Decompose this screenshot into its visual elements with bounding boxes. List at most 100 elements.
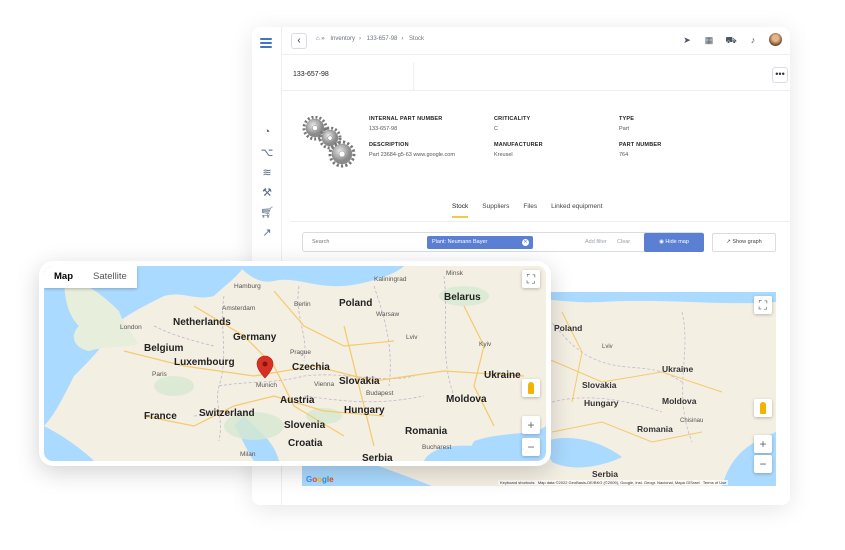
tab-linked-equipment[interactable]: Linked equipment (551, 203, 602, 218)
map-label-netherlands: Netherlands (173, 317, 231, 328)
menu-icon[interactable] (260, 36, 272, 50)
tab-suppliers[interactable]: Suppliers (482, 203, 509, 218)
breadcrumb-item[interactable]: 133-657-98 (367, 36, 398, 42)
map-label-ukraine: Ukraine (662, 364, 693, 374)
map-label-slovakia: Slovakia (582, 380, 617, 390)
wrench-icon[interactable]: ⚒ (259, 184, 275, 200)
tab-files[interactable]: Files (523, 203, 537, 218)
map-label-austria: Austria (280, 395, 315, 406)
map-type-map[interactable]: Map (44, 266, 83, 288)
field-type: TYPE Part (619, 116, 635, 132)
pegman-icon[interactable] (522, 379, 540, 397)
map-label-france: France (144, 411, 177, 422)
map-label-kaliningrad: Kaliningrad (374, 276, 407, 283)
map-label-amsterdam: Amsterdam (222, 305, 255, 312)
map-card: Netherlands Germany Poland Belarus Belgi… (39, 261, 551, 466)
tab-bar: Stock Suppliers Files Linked equipment (452, 203, 602, 218)
map-label-romania: Romania (637, 424, 673, 434)
calculator-icon[interactable]: ▦ (703, 34, 715, 46)
map-label-czechia: Czechia (292, 362, 330, 373)
home-icon[interactable]: ⌂ » (316, 36, 325, 42)
map-label-hamburg: Hamburg (234, 283, 261, 290)
field-criticality: CRITICALITY C (494, 116, 531, 132)
part-header: 133-657-98 ••• (282, 63, 790, 91)
chart-icon[interactable]: ↗ (259, 224, 275, 240)
map-label-berlin: Berlin (294, 301, 311, 308)
map-label-slovenia: Slovenia (284, 420, 326, 431)
map-type-satellite[interactable]: Satellite (83, 266, 137, 288)
map-label-serbia: Serbia (362, 453, 393, 461)
marker-label: Munich (256, 382, 277, 389)
back-icon[interactable]: ‹ (291, 33, 307, 49)
send-icon[interactable]: ➤ (681, 34, 693, 46)
add-filter-button[interactable]: Add filter (585, 239, 607, 245)
map-label-london: London (120, 324, 142, 331)
part-id: 133-657-98 (293, 71, 329, 78)
map-attribution: Keyboard shortcuts Map data ©2022 GeoBas… (498, 480, 729, 485)
close-icon[interactable]: ✕ (522, 239, 529, 246)
map-label-moldova: Moldova (446, 394, 487, 405)
map-label-germany: Germany (233, 332, 277, 343)
fullscreen-icon[interactable]: ⛶ (754, 296, 772, 314)
europe-map[interactable]: Netherlands Germany Poland Belarus Belgi… (44, 266, 546, 461)
cart-icon[interactable]: ⛟ (725, 34, 737, 46)
filter-chip[interactable]: Plant: Neumann Bayer ✕ (427, 236, 533, 249)
map-label-croatia: Croatia (288, 438, 323, 449)
map-label-poland: Poland (339, 298, 372, 309)
map-label-bucharest: Bucharest (422, 444, 451, 451)
map-label-switzerland: Switzerland (199, 408, 255, 419)
map-label-serbia: Serbia (592, 469, 618, 479)
map-label-minsk: Minsk (446, 270, 464, 277)
map-label-prague: Prague (290, 349, 311, 356)
map-label-paris: Paris (152, 371, 168, 378)
show-graph-button[interactable]: ↗ Show graph (712, 233, 776, 252)
hide-map-button[interactable]: ◉ Hide map (644, 233, 704, 252)
map-label-romania: Romania (405, 426, 448, 437)
map-label-chisinau: Chisinau (680, 418, 703, 424)
avatar[interactable] (769, 33, 782, 46)
map-label-hungary: Hungary (344, 405, 385, 416)
map-label-belgium: Belgium (144, 343, 184, 354)
map-label-lviv: Lviv (406, 334, 418, 341)
fullscreen-icon[interactable]: ⛶ (522, 270, 540, 288)
map-label-moldova: Moldova (662, 396, 697, 406)
map-label-ukraine: Ukraine (484, 370, 521, 381)
layers-icon[interactable]: ≋ (259, 164, 275, 180)
field-manufacturer: MANUFACTURER Kreusel (494, 142, 543, 158)
zoom-out-button[interactable]: − (754, 455, 772, 473)
zoom-out-button[interactable]: − (522, 438, 540, 456)
clear-button[interactable]: Clear (617, 239, 630, 245)
dashboard-icon[interactable]: ◔ (259, 124, 275, 140)
gears-image (302, 116, 356, 168)
map-label-kyiv: Kyiv (479, 341, 492, 348)
map-label-hungary: Hungary (584, 398, 619, 408)
map-label-belarus: Belarus (444, 292, 481, 303)
bell-icon[interactable]: ♪ (747, 34, 759, 46)
map-label-poland: Poland (554, 323, 582, 333)
more-icon[interactable]: ••• (772, 67, 788, 83)
map-type-toggle: Map Satellite (44, 266, 137, 288)
map-label-lviv: Lviv (602, 344, 613, 350)
map-label-slovakia: Slovakia (339, 376, 380, 387)
breadcrumb-item: Stock (409, 36, 425, 42)
zoom-in-button[interactable]: + (522, 416, 540, 434)
top-bar: ‹ ⌂ » Inventory › 133-657-98 › Stock ➤ ▦ ⛟… (282, 27, 790, 55)
workflow-icon[interactable]: ⌥ (259, 144, 275, 160)
map-label-milan: Milan (240, 451, 256, 458)
map-label-warsaw: Warsaw (376, 311, 400, 318)
toolbar: ➤ ▦ ⛟ ♪ (681, 33, 782, 46)
breadcrumb: ⌂ » Inventory › 133-657-98 › Stock (316, 36, 425, 42)
map-label-vienna: Vienna (314, 381, 335, 388)
zoom-in-button[interactable]: + (754, 435, 772, 453)
map-label-budapest: Budapest (366, 390, 394, 397)
field-internal-part-number: INTERNAL PART NUMBER 133-657-98 (369, 116, 443, 132)
field-part-number: PART NUMBER 764 (619, 142, 662, 158)
search-input[interactable]: Search (312, 239, 329, 245)
map-label-luxembourg: Luxembourg (174, 357, 235, 368)
pegman-icon[interactable] (754, 399, 772, 417)
tab-stock[interactable]: Stock (452, 203, 469, 218)
cart-icon[interactable]: 🛒︎ (259, 204, 275, 220)
breadcrumb-item[interactable]: Inventory (330, 36, 355, 42)
field-description: DESCRIPTION Part 23684-g5-63 www.google.c… (369, 142, 455, 158)
google-logo: Google (306, 475, 334, 484)
